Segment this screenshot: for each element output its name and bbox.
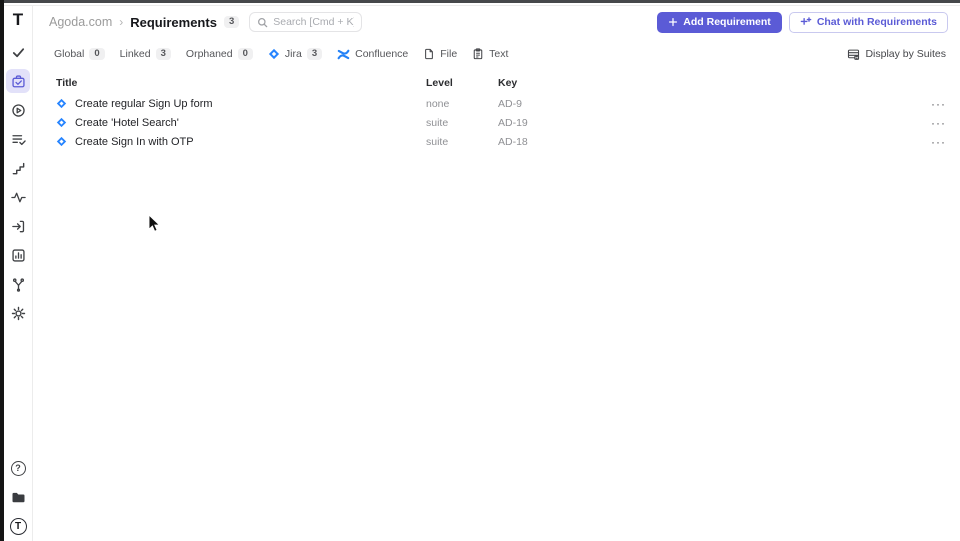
app-window: T ? T Agoda.com › Requirements 3 Search … bbox=[0, 0, 960, 541]
help-icon: ? bbox=[10, 460, 26, 476]
filter-tab-jira[interactable]: Jira 3 bbox=[268, 47, 323, 61]
filter-count-badge: 3 bbox=[306, 47, 323, 61]
sidebar-item-account[interactable]: T bbox=[6, 514, 30, 538]
filter-label: Linked bbox=[119, 48, 151, 60]
filter-count-badge: 0 bbox=[237, 47, 253, 61]
confluence-icon bbox=[337, 48, 350, 61]
folder-icon bbox=[11, 490, 26, 505]
search-input[interactable] bbox=[273, 16, 355, 28]
requirement-level: suite bbox=[426, 116, 449, 129]
requirement-title[interactable]: Create 'Hotel Search' bbox=[75, 117, 179, 129]
display-by-suites-toggle[interactable]: Display by Suites bbox=[847, 48, 946, 61]
column-header-title: Title bbox=[56, 76, 78, 89]
breadcrumb-project[interactable]: Agoda.com bbox=[49, 15, 112, 29]
filter-label: Jira bbox=[284, 48, 302, 60]
chevron-right-icon: › bbox=[119, 15, 124, 29]
sidebar-item-settings[interactable] bbox=[6, 301, 30, 325]
requirement-key: AD-19 bbox=[498, 116, 528, 129]
plus-icon bbox=[668, 17, 678, 27]
filter-label: File bbox=[440, 48, 458, 60]
column-header-key: Key bbox=[498, 76, 518, 89]
breadcrumb: Agoda.com › Requirements 3 bbox=[49, 14, 240, 30]
sidebar-item-reports[interactable] bbox=[6, 243, 30, 267]
chat-with-requirements-button[interactable]: Chat with Requirements bbox=[788, 11, 948, 33]
requirement-key: AD-18 bbox=[498, 135, 528, 148]
sidebar-item-testplans[interactable] bbox=[6, 127, 30, 151]
filter-label: Confluence bbox=[355, 48, 409, 60]
sidebar-item-integrations[interactable] bbox=[6, 272, 30, 296]
sidebar-item-testcases[interactable] bbox=[6, 40, 30, 64]
search-box[interactable] bbox=[249, 12, 363, 32]
branch-icon bbox=[11, 277, 26, 292]
table-header-row: Title Level Key bbox=[34, 74, 960, 91]
filter-tab-confluence[interactable]: Confluence bbox=[337, 48, 408, 61]
sidebar: T ? T bbox=[4, 6, 33, 541]
add-requirement-label: Add Requirement bbox=[683, 16, 771, 28]
sidebar-nav bbox=[6, 40, 30, 325]
filter-tab-text[interactable]: Text bbox=[472, 48, 508, 60]
row-menu-button[interactable]: ··· bbox=[906, 98, 946, 110]
file-icon bbox=[423, 48, 435, 60]
table-row[interactable]: Create 'Hotel Search' suite AD-19 ··· bbox=[34, 113, 960, 132]
page-header: Agoda.com › Requirements 3 Add Requireme… bbox=[34, 6, 960, 34]
page-title: Requirements bbox=[130, 14, 217, 30]
avatar: T bbox=[9, 517, 27, 535]
search-icon bbox=[257, 17, 268, 28]
table-row[interactable]: Create regular Sign Up form none AD-9 ··… bbox=[34, 94, 960, 113]
activity-icon bbox=[10, 190, 26, 205]
window-top-strip bbox=[0, 0, 960, 3]
requirement-level: suite bbox=[426, 135, 449, 148]
gear-icon bbox=[11, 306, 26, 321]
jira-icon bbox=[56, 136, 67, 147]
clipboard-icon bbox=[472, 48, 484, 60]
column-header-level: Level bbox=[426, 76, 453, 89]
import-icon bbox=[11, 219, 26, 234]
requirement-title[interactable]: Create regular Sign Up form bbox=[75, 98, 213, 110]
jira-icon bbox=[56, 117, 67, 128]
requirement-key: AD-9 bbox=[498, 97, 522, 110]
briefcase-check-icon bbox=[11, 74, 26, 89]
table-rows-icon bbox=[847, 48, 860, 61]
requirement-level: none bbox=[426, 97, 450, 110]
filter-label: Text bbox=[489, 48, 509, 60]
requirements-table: Title Level Key Create regular Sign Up f… bbox=[34, 74, 960, 151]
sidebar-item-testruns[interactable] bbox=[6, 98, 30, 122]
filter-count-badge: 3 bbox=[155, 47, 171, 61]
chat-with-requirements-label: Chat with Requirements bbox=[816, 16, 937, 28]
sidebar-item-help[interactable]: ? bbox=[6, 456, 30, 480]
sidebar-item-activity[interactable] bbox=[6, 185, 30, 209]
add-requirement-button[interactable]: Add Requirement bbox=[657, 11, 782, 33]
filter-tab-orphaned[interactable]: Orphaned 0 bbox=[185, 47, 253, 61]
filter-tab-file[interactable]: File bbox=[423, 48, 457, 60]
filter-tab-linked[interactable]: Linked 3 bbox=[119, 47, 171, 61]
sidebar-item-requirements[interactable] bbox=[6, 69, 30, 93]
filter-bar: Global 0 Linked 3 Orphaned 0 Jira 3 Conf… bbox=[34, 44, 960, 64]
sidebar-item-milestones[interactable] bbox=[6, 156, 30, 180]
play-circle-icon bbox=[11, 103, 26, 118]
row-menu-button[interactable]: ··· bbox=[906, 117, 946, 129]
steps-icon bbox=[11, 161, 26, 176]
sidebar-bottom: ? T bbox=[6, 456, 30, 538]
row-menu-button[interactable]: ··· bbox=[906, 136, 946, 148]
app-logo[interactable]: T bbox=[6, 8, 30, 32]
main-content: Agoda.com › Requirements 3 Add Requireme… bbox=[34, 6, 960, 541]
table-row[interactable]: Create Sign In with OTP suite AD-18 ··· bbox=[34, 132, 960, 151]
filter-tab-global[interactable]: Global 0 bbox=[54, 47, 105, 61]
ai-sparkle-icon bbox=[800, 16, 812, 28]
sidebar-item-import[interactable] bbox=[6, 214, 30, 238]
list-check-icon bbox=[11, 132, 26, 147]
requirements-count-badge: 3 bbox=[223, 15, 240, 29]
requirement-title[interactable]: Create Sign In with OTP bbox=[75, 136, 194, 148]
bar-chart-icon bbox=[11, 248, 26, 263]
display-by-suites-label: Display by Suites bbox=[865, 48, 946, 60]
filter-count-badge: 0 bbox=[89, 47, 105, 61]
sidebar-item-projects[interactable] bbox=[6, 485, 30, 509]
check-icon bbox=[11, 45, 26, 60]
filter-label: Orphaned bbox=[185, 48, 233, 60]
jira-icon bbox=[268, 48, 280, 60]
jira-icon bbox=[56, 98, 67, 109]
filter-label: Global bbox=[54, 48, 85, 60]
